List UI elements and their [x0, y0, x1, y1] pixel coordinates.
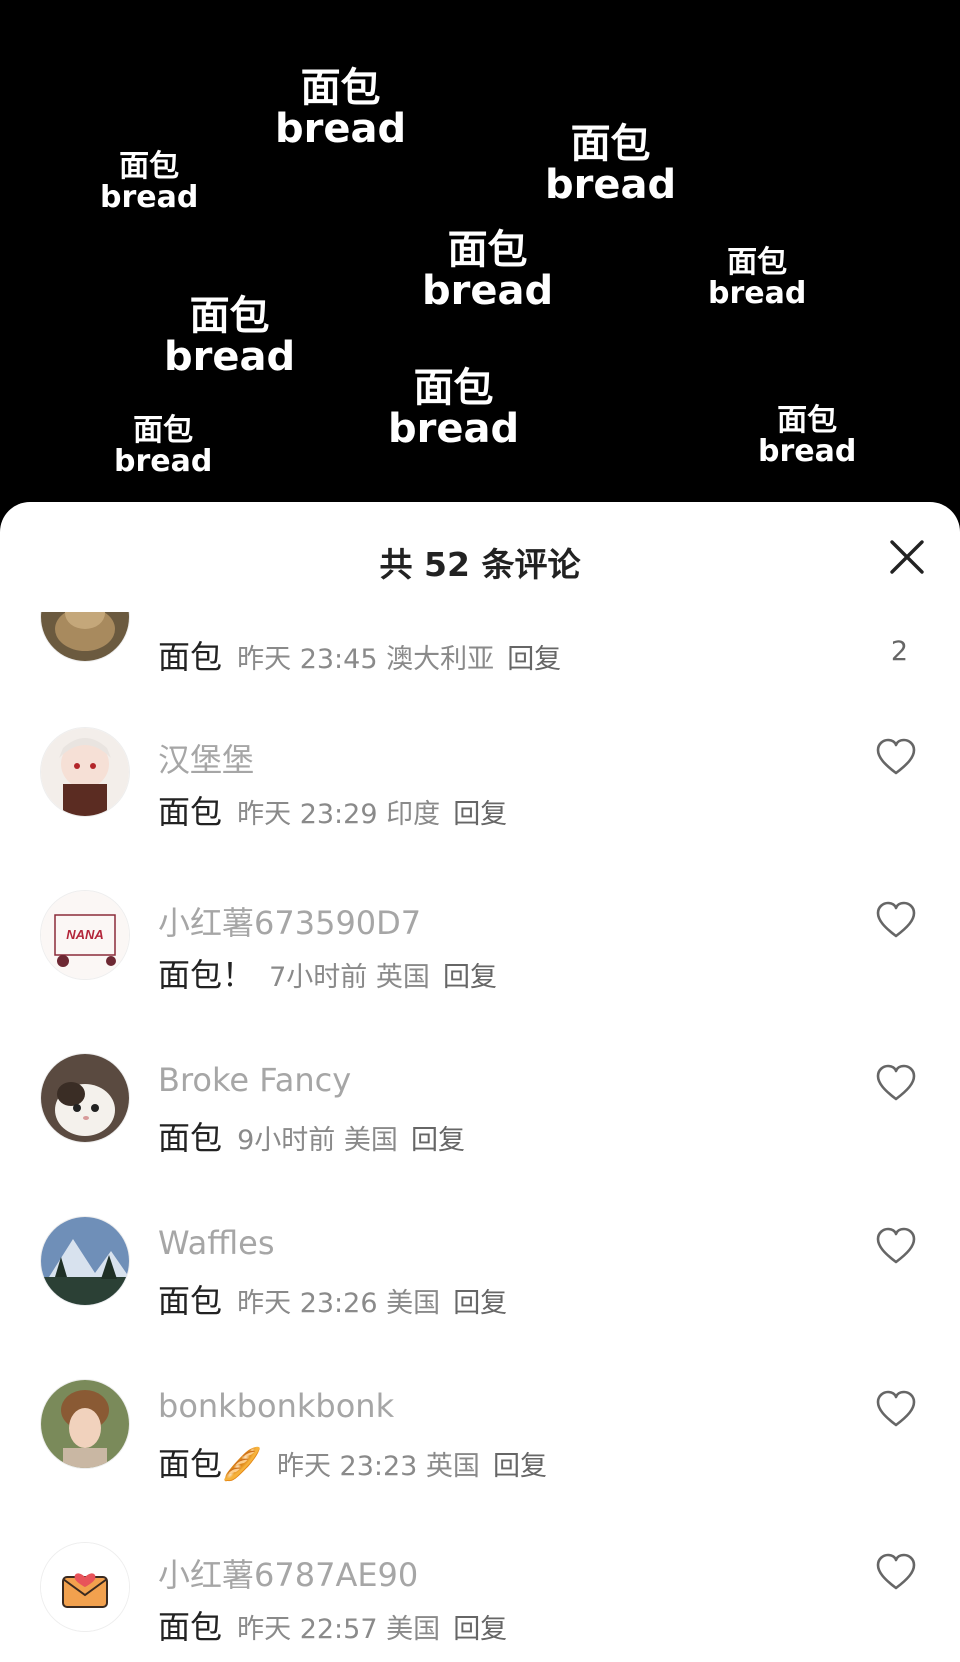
username[interactable]: 汉堡堡 — [158, 735, 254, 781]
comment-body-line: 面包 昨天 23:26 美国 回复 — [158, 1276, 507, 1322]
reply-button[interactable]: 回复 — [453, 799, 507, 830]
sheet-header: 共 52 条评论 — [0, 502, 960, 612]
comment-text: 面包 — [158, 793, 223, 831]
comment-item: 汉堡堡 面包 昨天 23:29 印度 回复 — [0, 727, 960, 889]
comments-sheet: 共 52 条评论 面包 昨天 23:45 澳大利亚 回复 2 汉堡堡 面包 昨天… — [0, 502, 960, 1662]
comment-meta: 昨天 23:23 英国 — [276, 1451, 480, 1482]
bread-word: 面包 bread — [388, 365, 520, 452]
comment-text: 面包 — [158, 638, 223, 676]
comment-meta: 昨天 22:57 美国 — [237, 1614, 441, 1645]
bread-word: 面包 bread — [422, 227, 554, 314]
like-button[interactable] — [874, 1389, 918, 1429]
nana-avatar[interactable]: NANA — [40, 890, 130, 980]
username[interactable]: 小红薯673590D7 — [158, 898, 421, 944]
heart-icon — [876, 1227, 916, 1264]
comment-body-line: 面包 昨天 23:29 印度 回复 — [158, 787, 507, 833]
comment-meta: 9小时前 美国 — [237, 1125, 398, 1156]
heart-icon — [876, 1553, 916, 1590]
comment-meta: 昨天 23:45 澳大利亚 — [237, 644, 495, 675]
comment-meta: 昨天 23:26 美国 — [237, 1288, 441, 1319]
comment-item: 小红薯6787AE90 面包 昨天 22:57 美国 回复 — [0, 1542, 960, 1662]
comment-body-line: 面包 昨天 22:57 美国 回复 — [158, 1602, 507, 1648]
close-icon — [890, 540, 924, 574]
heart-icon — [876, 1064, 916, 1101]
comment-item: 面包 昨天 23:45 澳大利亚 回复 2 — [0, 612, 960, 734]
username[interactable]: Broke Fancy — [158, 1061, 351, 1099]
comments-count-title: 共 52 条评论 — [379, 545, 581, 584]
mountain-avatar[interactable] — [40, 1216, 130, 1306]
hamster-avatar[interactable] — [40, 612, 130, 662]
bread-word: 面包 bread — [545, 121, 677, 208]
comment-meta: 7小时前 英国 — [269, 962, 430, 993]
reply-button[interactable]: 回复 — [507, 644, 561, 675]
comment-list[interactable]: 面包 昨天 23:45 澳大利亚 回复 2 汉堡堡 面包 昨天 23:29 印度… — [0, 612, 960, 1662]
video-background: 面包 bread 面包 bread 面包 bread 面包 bread 面包 bread … — [0, 0, 960, 520]
bread-word: 面包 bread — [100, 149, 199, 215]
comment-body-line: 面包！ 7小时前 英国 回复 — [158, 950, 497, 996]
heart-icon — [876, 1390, 916, 1427]
bread-word: 面包 bread — [114, 413, 213, 479]
comment-text: 面包 — [158, 1119, 223, 1157]
comment-item: bonkbonkbonk 面包🥖 昨天 23:23 英国 回复 — [0, 1379, 960, 1541]
comment-text: 面包 — [158, 1608, 223, 1646]
username[interactable]: Waffles — [158, 1224, 275, 1262]
comment-body-line: 面包 9小时前 美国 回复 — [158, 1113, 465, 1159]
heart-icon — [876, 738, 916, 775]
like-button[interactable] — [874, 1063, 918, 1103]
svg-text:NANA: NANA — [66, 927, 104, 942]
comment-meta: 昨天 23:29 印度 — [237, 799, 441, 830]
comment-body-line: 面包 昨天 23:45 澳大利亚 回复 — [158, 632, 561, 678]
username[interactable]: bonkbonkbonk — [158, 1387, 394, 1425]
envelope-avatar[interactable] — [40, 1542, 130, 1632]
bread-word: 面包 bread — [275, 65, 407, 152]
bread-word: 面包 bread — [164, 293, 296, 380]
bread-word: 面包 bread — [708, 245, 807, 311]
reply-button[interactable]: 回复 — [411, 1125, 465, 1156]
reply-button[interactable]: 回复 — [443, 962, 497, 993]
username[interactable]: 小红薯6787AE90 — [158, 1550, 418, 1596]
close-button[interactable] — [888, 538, 926, 576]
bread-word: 面包 bread — [758, 403, 857, 469]
reply-button[interactable]: 回复 — [453, 1614, 507, 1645]
comment-text: 面包！ — [158, 956, 255, 994]
like-button[interactable] — [874, 1552, 918, 1592]
like-button[interactable] — [874, 900, 918, 940]
anime-avatar[interactable] — [40, 727, 130, 817]
reply-button[interactable]: 回复 — [453, 1288, 507, 1319]
comment-body-line: 面包🥖 昨天 23:23 英国 回复 — [158, 1439, 547, 1485]
like-count: 2 — [890, 636, 908, 667]
comment-item: Waffles 面包 昨天 23:26 美国 回复 — [0, 1216, 960, 1378]
reply-button[interactable]: 回复 — [493, 1451, 547, 1482]
comment-item: NANA 小红薯673590D7 面包！ 7小时前 英国 回复 — [0, 890, 960, 1052]
like-button[interactable] — [874, 1226, 918, 1266]
heart-icon — [876, 901, 916, 938]
comment-item: Broke Fancy 面包 9小时前 美国 回复 — [0, 1053, 960, 1215]
comment-text: 面包 — [158, 1282, 223, 1320]
cat-avatar[interactable] — [40, 1053, 130, 1143]
girl-avatar[interactable] — [40, 1379, 130, 1469]
comment-text: 面包🥖 — [158, 1445, 262, 1483]
like-button[interactable] — [874, 737, 918, 777]
